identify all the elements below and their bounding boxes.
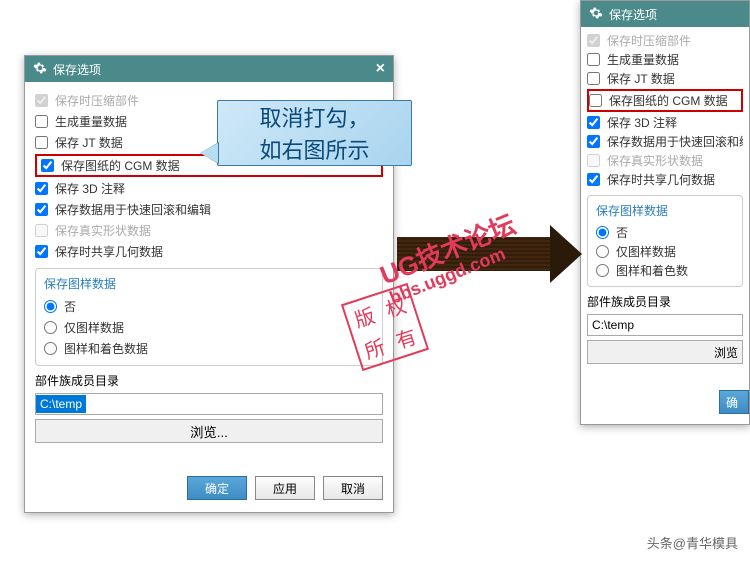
path-input-right[interactable] xyxy=(587,314,743,336)
checkbox-save-3d[interactable] xyxy=(35,182,48,195)
group-title: 保存图样数据 xyxy=(44,273,374,296)
checkbox-compress xyxy=(35,94,48,107)
pattern-data-group-right: 保存图样数据 否 仅图样数据 图样和着色数 xyxy=(587,195,743,287)
radio-color[interactable]: 图样和着色数据 xyxy=(44,338,374,359)
browse-button-right[interactable]: 浏览 xyxy=(587,340,743,364)
opt-save-3d[interactable]: 保存 3D 注释 xyxy=(35,178,383,199)
checkbox-real-shape xyxy=(35,224,48,237)
browse-button[interactable]: 浏览... xyxy=(35,419,383,443)
credit-text: 头条@青华模具 xyxy=(647,533,738,552)
ok-button[interactable]: 确定 xyxy=(187,476,247,500)
path-input[interactable]: C:\temp xyxy=(35,393,383,415)
save-options-dialog-right: 保存选项 保存时压缩部件 生成重量数据 保存 JT 数据 保存图纸的 CGM 数… xyxy=(580,0,750,425)
opt-share-geom[interactable]: 保存时共享几何数据 xyxy=(35,241,383,262)
cancel-button[interactable]: 取消 xyxy=(323,476,383,500)
checkbox-save-cgm[interactable] xyxy=(41,159,54,172)
ok-button-partial[interactable]: 确 xyxy=(719,390,749,414)
radio-color-input[interactable] xyxy=(44,342,57,355)
checkbox-gen-weight[interactable] xyxy=(35,115,48,128)
opt-save-cgm-unchecked[interactable]: 保存图纸的 CGM 数据 xyxy=(587,89,743,112)
close-icon[interactable]: × xyxy=(376,60,385,78)
radio-no-input[interactable] xyxy=(44,300,57,313)
checkbox-save-jt[interactable] xyxy=(35,136,48,149)
opt-fast-rollback[interactable]: 保存数据用于快速回滚和编辑 xyxy=(35,199,383,220)
radio-pattern-input[interactable] xyxy=(44,321,57,334)
checkbox-share-geom[interactable] xyxy=(35,245,48,258)
callout-arrow-icon xyxy=(200,143,218,163)
titlebar-right[interactable]: 保存选项 xyxy=(581,1,749,27)
titlebar[interactable]: 保存选项 × xyxy=(25,56,393,82)
opt-real-shape: 保存真实形状数据 xyxy=(35,220,383,241)
checkbox-fast-rollback[interactable] xyxy=(35,203,48,216)
big-arrow-icon xyxy=(397,237,587,271)
checkbox-save-cgm-right[interactable] xyxy=(589,94,602,107)
annotation-callout: 取消打勾， 如右图所示 xyxy=(217,100,412,166)
callout-line1: 取消打勾， xyxy=(259,101,369,133)
gear-icon xyxy=(33,61,47,78)
callout-line2: 如右图所示 xyxy=(259,133,369,165)
member-dir-label: 部件族成员目录 xyxy=(35,366,383,393)
apply-button[interactable]: 应用 xyxy=(255,476,315,500)
radio-no[interactable]: 否 xyxy=(44,296,374,317)
pattern-data-group: 保存图样数据 否 仅图样数据 图样和着色数据 xyxy=(35,268,383,366)
gear-icon xyxy=(589,6,603,23)
radio-pattern[interactable]: 仅图样数据 xyxy=(44,317,374,338)
dialog-title: 保存选项 xyxy=(609,6,657,23)
dialog-title: 保存选项 xyxy=(53,61,101,78)
path-value-selected: C:\temp xyxy=(36,395,86,413)
